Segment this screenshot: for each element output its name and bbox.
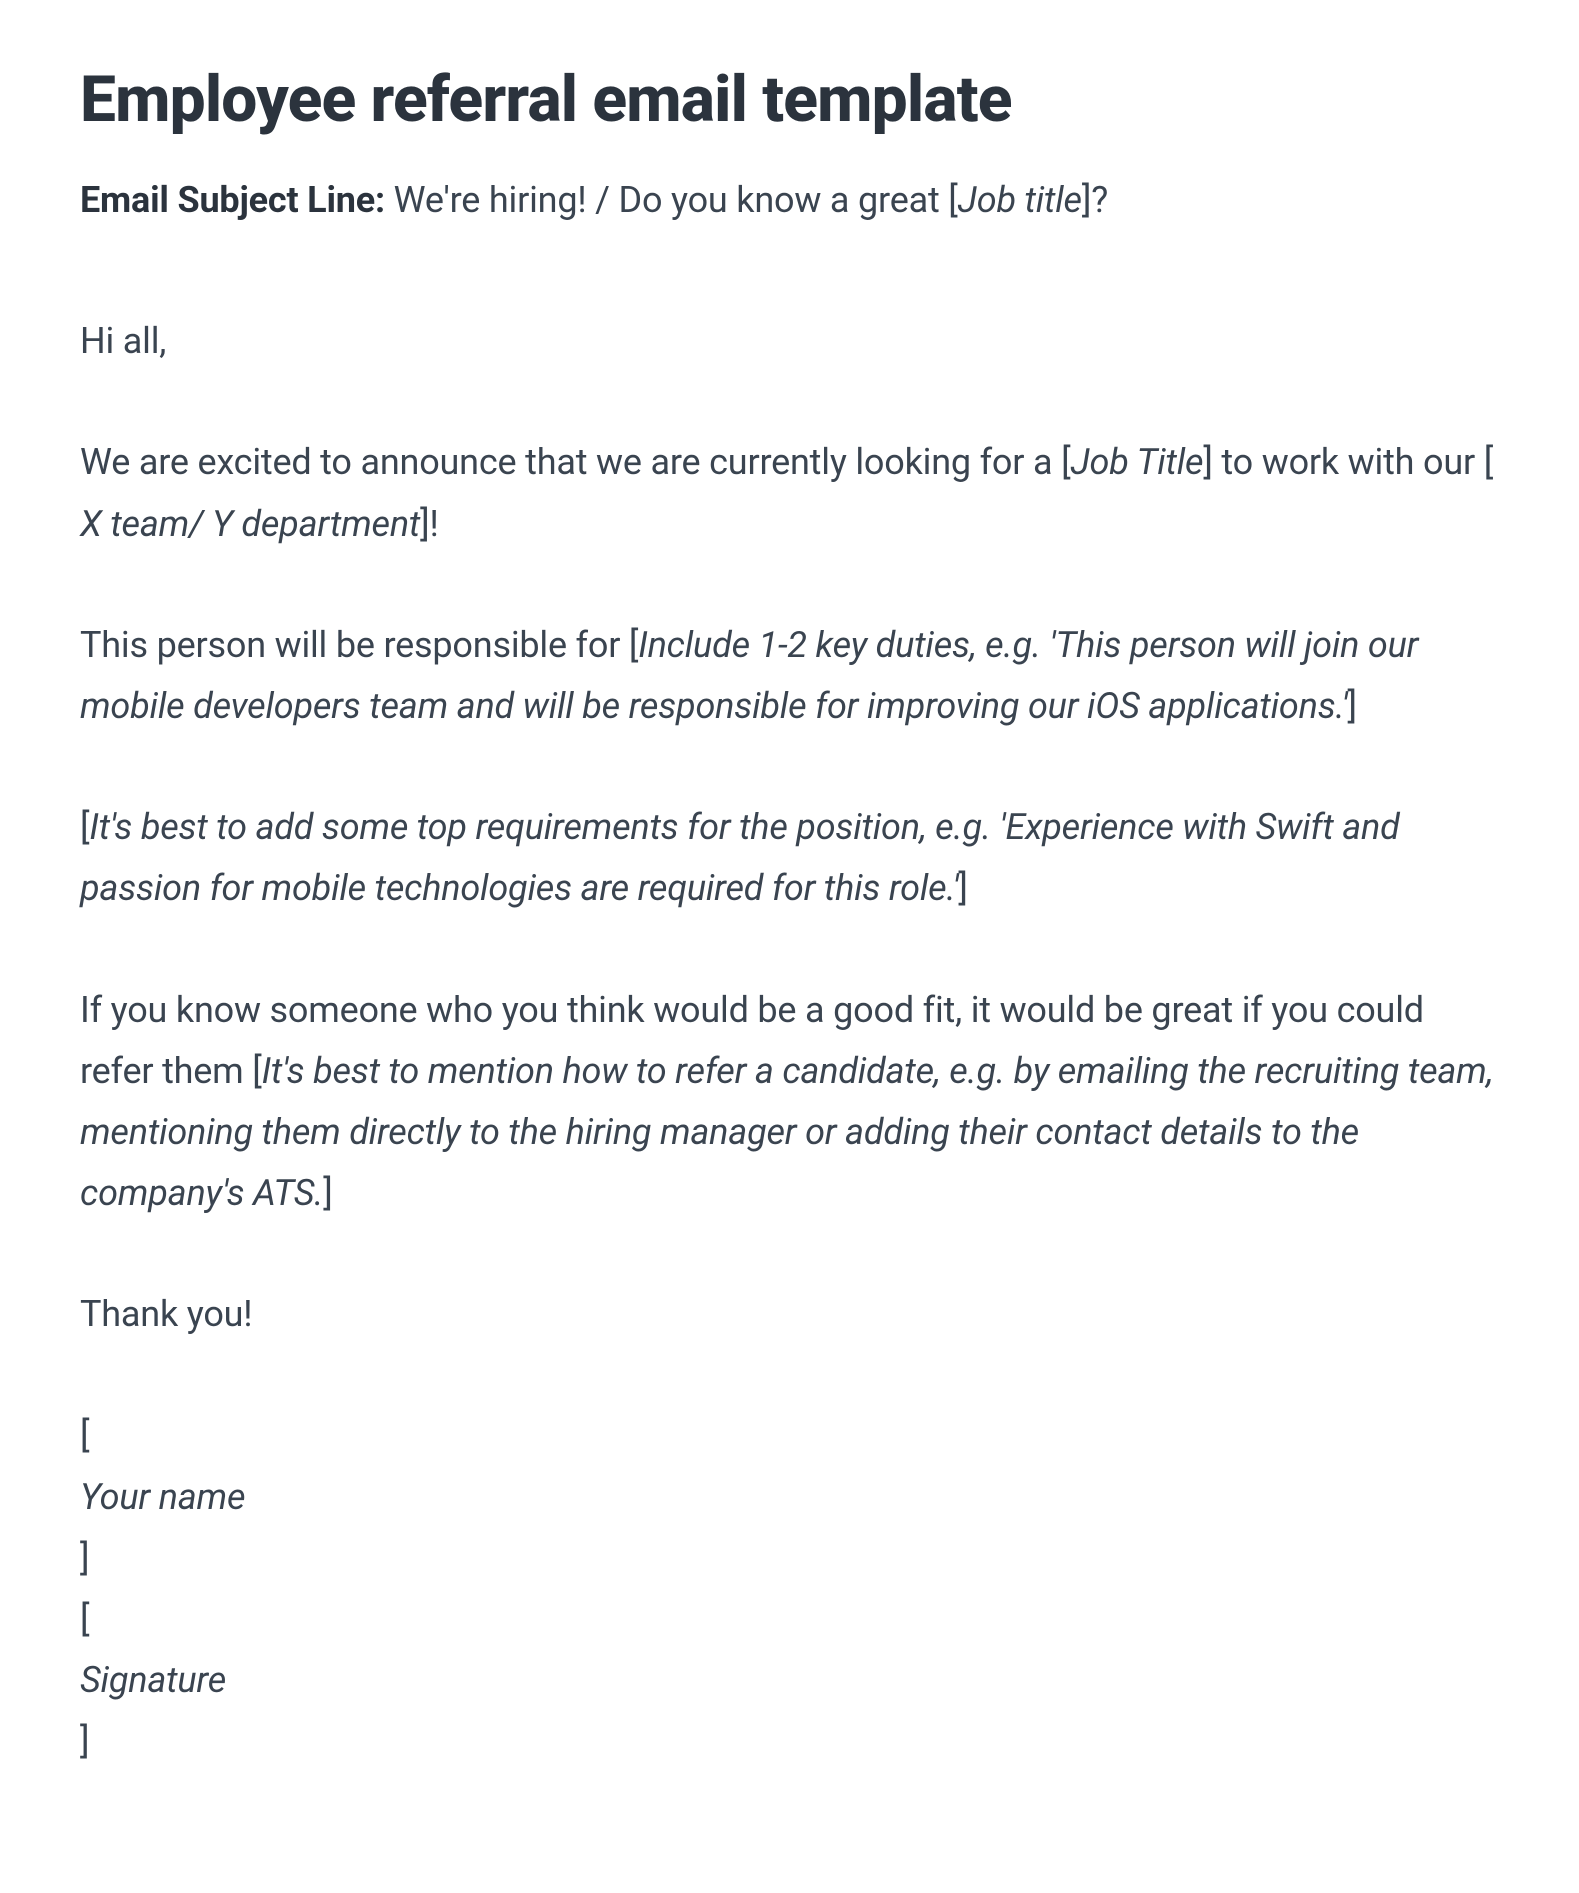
intro-mid: ] to work with our [	[1203, 441, 1493, 483]
subject-line: Email Subject Line: We're hiring! / Do y…	[80, 170, 1499, 231]
intro-paragraph: We are excited to announce that we are c…	[80, 432, 1499, 554]
requirements-after: ]	[958, 867, 967, 909]
duties-paragraph: This person will be responsible for [Inc…	[80, 615, 1499, 737]
subject-placeholder: Job title	[958, 179, 1082, 221]
signature-block: [Your name] [Signature]	[80, 1405, 1499, 1772]
sig-sig-before: [	[80, 1589, 1499, 1650]
subject-label: Email Subject Line:	[80, 179, 385, 221]
duties-after: ]	[1347, 685, 1356, 727]
intro-before: We are excited to announce that we are c…	[80, 441, 1070, 483]
sig-name-before: [	[80, 1405, 1499, 1466]
requirements-paragraph: [It's best to add some top requirements …	[80, 797, 1499, 919]
requirements-placeholder: It's best to add some top requirements f…	[80, 806, 1400, 909]
sig-sig-placeholder: Signature	[80, 1650, 1499, 1711]
sig-name-after: ]	[80, 1528, 1499, 1589]
subject-text-after: ]?	[1082, 179, 1108, 221]
greeting: Hi all,	[80, 311, 1499, 372]
subject-text-before: We're hiring! / Do you know a great [	[385, 179, 958, 221]
thanks: Thank you!	[80, 1284, 1499, 1345]
refer-paragraph: If you know someone who you think would …	[80, 980, 1499, 1225]
page-title: Employee referral email template	[80, 60, 1499, 140]
refer-placeholder: It's best to mention how to refer a cand…	[80, 1050, 1493, 1214]
intro-jobtitle-placeholder: Job Title	[1070, 441, 1203, 483]
refer-after: ]	[323, 1172, 332, 1214]
duties-before: This person will be responsible for [	[80, 624, 638, 666]
signature-name-line: [Your name]	[80, 1405, 1499, 1589]
sig-sig-after: ]	[80, 1711, 1499, 1772]
signature-sig-line: [Signature]	[80, 1589, 1499, 1773]
intro-team-placeholder: X team/ Y department	[80, 503, 420, 545]
requirements-before: [	[80, 806, 89, 848]
intro-after: ]!	[420, 503, 438, 545]
sig-name-placeholder: Your name	[80, 1467, 1499, 1528]
